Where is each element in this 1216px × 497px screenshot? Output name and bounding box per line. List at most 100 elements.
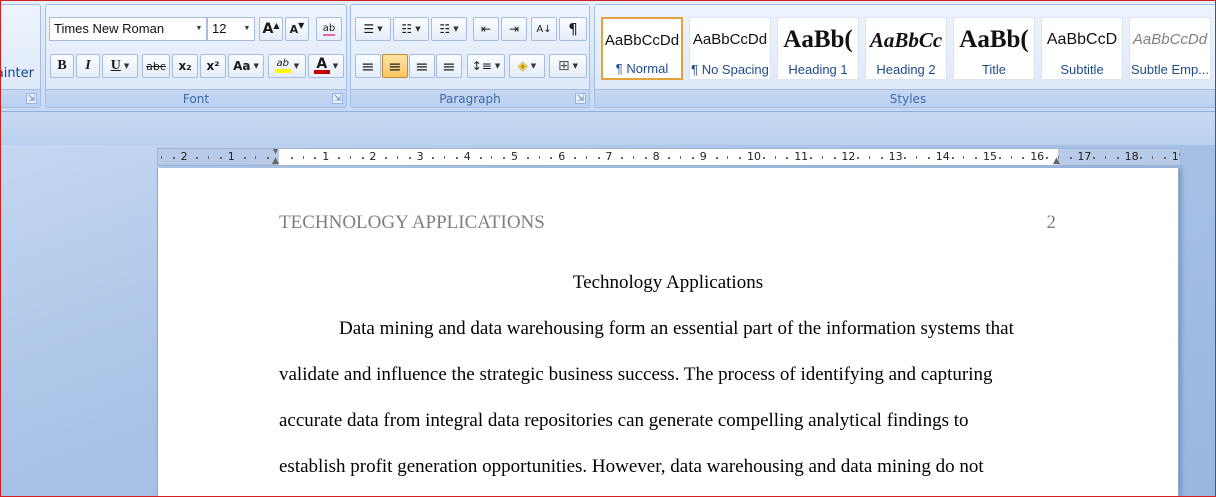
- ruler-number: 19: [1171, 150, 1180, 163]
- format-painter-label: ainter: [0, 65, 34, 81]
- paragraph-group-label: Paragraph: [351, 89, 589, 107]
- bullets-button[interactable]: ☰ ▼: [355, 17, 391, 41]
- ruler-number: 2: [180, 150, 188, 163]
- bold-icon: B: [57, 58, 67, 73]
- ruler-number: 12: [841, 150, 856, 163]
- font-size-combo[interactable]: 12 ▼: [207, 17, 255, 41]
- clear-formatting-button[interactable]: ab: [316, 17, 342, 41]
- paint-bucket-icon: ◈: [517, 58, 528, 74]
- ruler-number: 8: [652, 150, 660, 163]
- subscript-icon: x₂: [178, 59, 192, 73]
- style-tile[interactable]: AaBbCcDd Subtle Emp...: [1129, 17, 1211, 80]
- decrease-indent-icon: ⇤: [480, 22, 492, 36]
- style-tile[interactable]: AaBbCc Heading 2: [865, 17, 947, 80]
- paragraph-launcher-icon[interactable]: ⇲: [575, 93, 586, 104]
- style-sample: AaBb(: [959, 26, 1029, 53]
- font-group: Times New Roman ▼ 12 ▼ A ▲ A ▼ ab B I U ▼ a…: [45, 4, 347, 108]
- right-indent-marker[interactable]: ▲: [1053, 156, 1060, 165]
- ribbon: ainter ⇲ Times New Roman ▼ 12 ▼ A▲ A▼ ab…: [0, 0, 1216, 112]
- shading-button[interactable]: ◈ ▼: [509, 54, 545, 78]
- first-line-indent-marker[interactable]: ▼: [272, 149, 279, 156]
- clipboard-group: ainter ⇲: [0, 4, 41, 108]
- borders-button[interactable]: ⊞ ▼: [549, 54, 587, 78]
- font-color-button[interactable]: A ▼: [308, 54, 344, 78]
- ruler-number: 17: [1077, 150, 1092, 163]
- align-left-button[interactable]: ≡: [355, 54, 381, 78]
- font-name-combo[interactable]: Times New Roman ▼: [49, 17, 207, 41]
- shrink-font-icon: A: [289, 22, 299, 36]
- style-tile[interactable]: AaBb( Title: [953, 17, 1035, 80]
- italic-button[interactable]: I: [76, 54, 100, 78]
- style-tile[interactable]: AaBbCcDd ¶ Normal: [601, 17, 683, 80]
- ruler-left-margin: [158, 149, 279, 165]
- sort-button[interactable]: A↓: [531, 17, 557, 41]
- increase-indent-button[interactable]: ⇥: [501, 17, 527, 41]
- sort-icon: A↓: [536, 23, 552, 35]
- style-sample: AaBbCcDd: [604, 32, 680, 49]
- change-case-button[interactable]: Aa ▼: [228, 54, 264, 78]
- styles-group: AaBbCcDd ¶ Normal AaBbCcDd ¶ No Spacing AaBb…: [594, 4, 1216, 108]
- ruler-number: 18: [1124, 150, 1139, 163]
- body-line: accurate data from integral data reposit…: [279, 410, 969, 431]
- multilevel-list-button[interactable]: ☷ ▼: [431, 17, 467, 41]
- format-painter-button[interactable]: ainter: [0, 61, 39, 85]
- font-launcher-icon[interactable]: ⇲: [332, 93, 343, 104]
- style-tile[interactable]: AaBb(Heading 1: [777, 17, 859, 80]
- change-case-icon: Aa: [233, 59, 251, 73]
- underline-button[interactable]: U ▼: [102, 54, 138, 78]
- bold-button[interactable]: B: [50, 54, 74, 78]
- borders-icon: ⊞: [557, 58, 570, 74]
- document-page[interactable]: TECHNOLOGY APPLICATIONS 2 Technology App…: [157, 168, 1179, 497]
- running-head: TECHNOLOGY APPLICATIONS: [279, 212, 545, 233]
- ruler-number: 14: [935, 150, 950, 163]
- bullets-icon: ☰: [363, 22, 375, 36]
- style-tile[interactable]: AaBbCcDd ¶ No Spacing: [689, 17, 771, 80]
- numbering-button[interactable]: ☷ ▼: [393, 17, 429, 41]
- style-sample: AaBbCcD: [1046, 31, 1118, 48]
- ruler-number: 4: [463, 150, 471, 163]
- align-right-button[interactable]: ≡: [409, 54, 435, 78]
- multilevel-list-icon: ☷: [439, 22, 451, 36]
- chevron-down-icon[interactable]: ▼: [240, 18, 254, 40]
- style-tile[interactable]: AaBbCcD Subtitle: [1041, 17, 1123, 80]
- show-formatting-marks-button[interactable]: ¶: [559, 17, 587, 41]
- decrease-indent-button[interactable]: ⇤: [473, 17, 499, 41]
- clear-formatting-icon: ab: [322, 22, 336, 36]
- strikethrough-button[interactable]: abc: [142, 54, 170, 78]
- shrink-font-button[interactable]: A ▼: [285, 17, 309, 41]
- ruler-number: 2: [369, 150, 377, 163]
- numbering-icon: ☷: [401, 22, 413, 36]
- superscript-button[interactable]: x²: [200, 54, 226, 78]
- page-number: 2: [1046, 212, 1057, 233]
- document-title: Technology Applications: [572, 272, 764, 293]
- style-name: Heading 2: [876, 62, 936, 77]
- body-line: establish profit generation opportunitie…: [279, 456, 984, 477]
- highlight-button[interactable]: ab ▼: [268, 54, 306, 78]
- horizontal-ruler[interactable]: 2112345678910111213141516171819 ▼ ▲ ▲: [157, 148, 1181, 166]
- clipboard-launcher-icon[interactable]: ⇲: [26, 93, 37, 104]
- align-right-icon: ≡: [415, 56, 429, 76]
- style-sample: AaBbCcDd: [1132, 31, 1208, 48]
- font-group-label: Font: [46, 89, 346, 107]
- hanging-indent-marker[interactable]: ▲: [272, 156, 279, 165]
- justify-icon: ≡: [442, 56, 456, 76]
- font-name-value: Times New Roman: [54, 21, 165, 36]
- justify-button[interactable]: ≡: [436, 54, 462, 78]
- ruler-number: 3: [416, 150, 424, 163]
- align-center-button[interactable]: ≡: [382, 54, 408, 78]
- style-name: Title: [981, 62, 1007, 77]
- ruler-number: 10: [747, 150, 761, 163]
- pilcrow-icon: ¶: [568, 20, 578, 38]
- style-sample: AaBbCc: [869, 28, 943, 52]
- ruler-number: 13: [888, 150, 903, 163]
- chevron-down-icon[interactable]: ▼: [192, 18, 206, 40]
- ruler-number: 11: [794, 150, 809, 163]
- ruler-number: 15: [983, 150, 997, 163]
- ruler-number: 1: [322, 150, 330, 163]
- line-spacing-button[interactable]: ↕≡ ▼: [467, 54, 505, 78]
- grow-font-icon: A: [262, 21, 274, 37]
- grow-font-button[interactable]: A ▲: [259, 17, 283, 41]
- highlight-glyph: ab: [276, 58, 290, 69]
- ribbon-bottom-band: [0, 112, 1216, 145]
- subscript-button[interactable]: x₂: [172, 54, 198, 78]
